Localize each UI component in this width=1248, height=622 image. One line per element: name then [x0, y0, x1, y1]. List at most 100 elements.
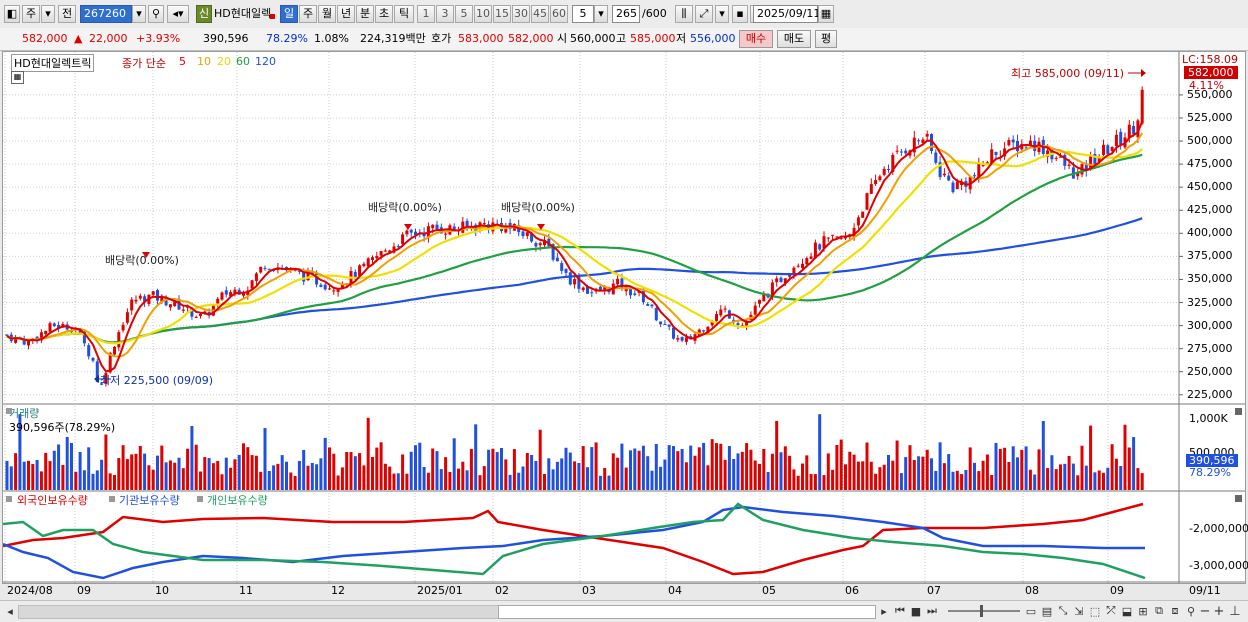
volume-bar: [1097, 470, 1101, 490]
interval-60[interactable]: 60: [550, 5, 568, 23]
volume-bar: [431, 448, 435, 490]
volume-bar: [375, 447, 379, 490]
count-input[interactable]: 265: [612, 5, 640, 23]
zoom-out-icon[interactable]: −: [1199, 604, 1211, 619]
go-first-icon[interactable]: ⏮: [894, 604, 906, 618]
volume-bar: [186, 448, 190, 490]
volume-panel-icon[interactable]: [6, 408, 12, 414]
volume-bar: [39, 471, 43, 490]
volume-bar: [874, 473, 878, 490]
volume-bar: [899, 473, 903, 490]
calendar-icon[interactable]: ▦: [818, 5, 834, 23]
volume-bar: [276, 463, 280, 490]
candle-body: [826, 237, 830, 239]
quote-vol-ratio: 78.29%: [266, 32, 308, 45]
volume-bar: [491, 448, 495, 490]
candle-body: [156, 290, 159, 301]
chart-svg[interactable]: [3, 52, 1245, 583]
interval-15[interactable]: 15: [493, 5, 511, 23]
candle-body: [267, 268, 271, 270]
zoom-in-icon[interactable]: +: [1213, 604, 1225, 619]
volume-bar: [551, 469, 555, 490]
period-month[interactable]: 월: [318, 5, 336, 23]
period-tick[interactable]: 틱: [394, 5, 414, 23]
go-last-icon[interactable]: ⏭: [926, 604, 938, 618]
volume-bar: [74, 471, 78, 490]
holdings-tick-3m: -3,000,000: [1189, 559, 1248, 572]
volume-bar: [439, 469, 443, 490]
interval-10[interactable]: 10: [474, 5, 492, 23]
scrollbar-thumb[interactable]: [498, 605, 876, 619]
holdings-close-icon[interactable]: [1235, 495, 1242, 502]
interval-5[interactable]: 5: [455, 5, 473, 23]
eval-button[interactable]: 평: [815, 30, 837, 48]
code-dropdown-icon[interactable]: ▾: [132, 5, 146, 23]
y-tick-label: 300,000: [1187, 318, 1233, 332]
period-second[interactable]: 초: [375, 5, 393, 23]
tool-dropdown-icon[interactable]: ▾: [715, 5, 729, 23]
interval-3[interactable]: 3: [436, 5, 454, 23]
x-axis-label: 02: [495, 584, 509, 597]
volume-bar: [435, 451, 439, 490]
candle-body: [715, 314, 718, 321]
stop-icon[interactable]: ■: [910, 604, 922, 618]
volume-bar: [925, 449, 929, 490]
draw-tool-icon[interactable]: ⤢: [695, 5, 713, 23]
stock-code-input[interactable]: 267260: [80, 5, 132, 23]
y-tick-label: 325,000: [1187, 295, 1233, 309]
window-icon[interactable]: ◧: [4, 5, 20, 23]
scroll-left-icon[interactable]: ◂: [4, 604, 16, 618]
volume-bar: [414, 445, 417, 490]
tool-icon-5[interactable]: ⬚: [1088, 604, 1102, 618]
candle-body: [899, 151, 903, 153]
tool-icon-8[interactable]: ⊞: [1136, 604, 1150, 618]
tool-icon-1[interactable]: ▭: [1024, 604, 1038, 618]
zoom-search-icon[interactable]: ⚲: [1184, 604, 1198, 618]
volume-bar: [409, 451, 413, 490]
interval-dropdown-icon[interactable]: ▾: [594, 5, 608, 23]
period-week[interactable]: 주: [299, 5, 317, 23]
period-year[interactable]: 년: [337, 5, 355, 23]
candle-body: [263, 268, 267, 270]
volume-bar: [487, 449, 491, 490]
interval-45[interactable]: 45: [531, 5, 549, 23]
stock-dropdown-icon[interactable]: ▾: [41, 5, 55, 23]
holdings-panel-icon[interactable]: [6, 496, 12, 502]
sell-button[interactable]: 매도: [777, 30, 811, 48]
save-icon[interactable]: ▪: [732, 5, 748, 23]
candle-type-icon[interactable]: ⫼: [675, 5, 693, 23]
sound-icon[interactable]: ◂▾: [167, 5, 189, 23]
volume-close-icon[interactable]: [1235, 408, 1242, 415]
candle-body: [650, 304, 654, 307]
tool-icon-9[interactable]: ⧉: [1152, 604, 1166, 618]
volume-bar: [749, 449, 753, 490]
interval-1[interactable]: 1: [417, 5, 435, 23]
date-input[interactable]: 2025/09/11: [753, 5, 820, 23]
tool-icon-7[interactable]: ⬓: [1120, 604, 1134, 618]
volume-bar: [160, 445, 164, 490]
period-minute[interactable]: 분: [356, 5, 374, 23]
legend-ma-120: 120: [255, 55, 276, 68]
interval-30[interactable]: 30: [512, 5, 530, 23]
volume-bar: [272, 465, 276, 490]
tool-icon-3[interactable]: ⤡: [1056, 604, 1070, 618]
volume-bar: [770, 453, 774, 490]
period-day[interactable]: 일: [280, 5, 298, 23]
candle-body: [87, 345, 91, 357]
tool-icon-4[interactable]: ⇲: [1072, 604, 1086, 618]
interval-input[interactable]: 5: [572, 5, 594, 23]
zoom-reset-icon[interactable]: ⊥: [1228, 604, 1242, 619]
tool-icon-2[interactable]: ▤: [1040, 604, 1054, 618]
tool-icon-6[interactable]: ⤱: [1104, 604, 1118, 618]
grid-toggle-icon[interactable]: ▦: [11, 71, 24, 84]
search-icon[interactable]: ⚲: [148, 5, 164, 23]
scrollbar-track[interactable]: [18, 605, 500, 619]
tab-stock[interactable]: 주: [22, 5, 40, 23]
buy-button[interactable]: 매수: [739, 30, 773, 48]
tab-prev[interactable]: 전: [58, 5, 76, 23]
tool-icon-10[interactable]: ⧈: [1168, 604, 1182, 618]
zoom-slider-handle[interactable]: [980, 605, 983, 617]
volume-bar: [564, 447, 568, 490]
zoom-slider[interactable]: [948, 610, 1020, 612]
scroll-right-icon[interactable]: ▸: [878, 604, 890, 618]
